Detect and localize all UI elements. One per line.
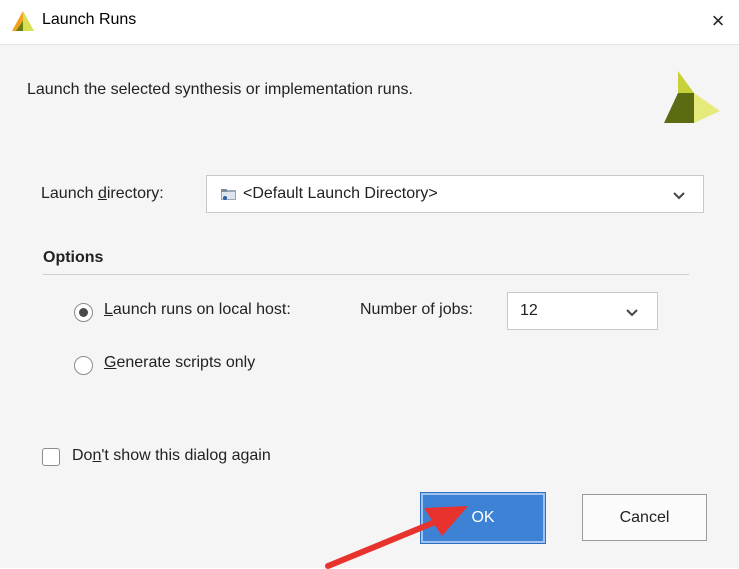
generate-scripts-label[interactable]: Generate scripts only bbox=[104, 354, 255, 372]
options-heading: Options bbox=[43, 249, 104, 266]
dont-show-again-label[interactable]: Don't show this dialog again bbox=[72, 447, 271, 465]
window-title: Launch Runs bbox=[42, 11, 137, 28]
options-divider bbox=[43, 274, 689, 275]
annotation-arrow-icon bbox=[325, 506, 468, 569]
number-of-jobs-label: Number of jobs: bbox=[360, 301, 473, 318]
close-icon[interactable]: × bbox=[703, 6, 733, 36]
dont-show-again-checkbox[interactable] bbox=[42, 448, 60, 466]
launch-directory-label: Launch directory: bbox=[41, 185, 164, 202]
launch-directory-value: <Default Launch Directory> bbox=[243, 185, 438, 202]
ok-button-label: OK bbox=[471, 509, 495, 526]
number-of-jobs-value: 12 bbox=[520, 302, 538, 319]
chevron-down-icon bbox=[673, 192, 685, 200]
local-host-radio[interactable] bbox=[74, 303, 93, 322]
radio-selected-dot bbox=[79, 308, 88, 317]
title-bar: Launch Runs × bbox=[0, 0, 739, 44]
cancel-button[interactable]: Cancel bbox=[582, 494, 707, 541]
dialog-body: Launch the selected synthesis or impleme… bbox=[0, 44, 739, 568]
launch-directory-select[interactable]: <Default Launch Directory> bbox=[206, 175, 704, 213]
generate-scripts-radio[interactable] bbox=[74, 356, 93, 375]
number-of-jobs-select[interactable]: 12 bbox=[507, 292, 658, 330]
cancel-button-label: Cancel bbox=[619, 508, 670, 526]
chevron-down-icon bbox=[626, 309, 638, 317]
vivado-logo-icon bbox=[664, 71, 720, 123]
local-host-label[interactable]: Launch runs on local host: bbox=[104, 301, 291, 319]
dialog-description: Launch the selected synthesis or impleme… bbox=[27, 81, 413, 98]
folder-icon bbox=[221, 189, 236, 200]
app-logo-icon bbox=[12, 11, 34, 31]
